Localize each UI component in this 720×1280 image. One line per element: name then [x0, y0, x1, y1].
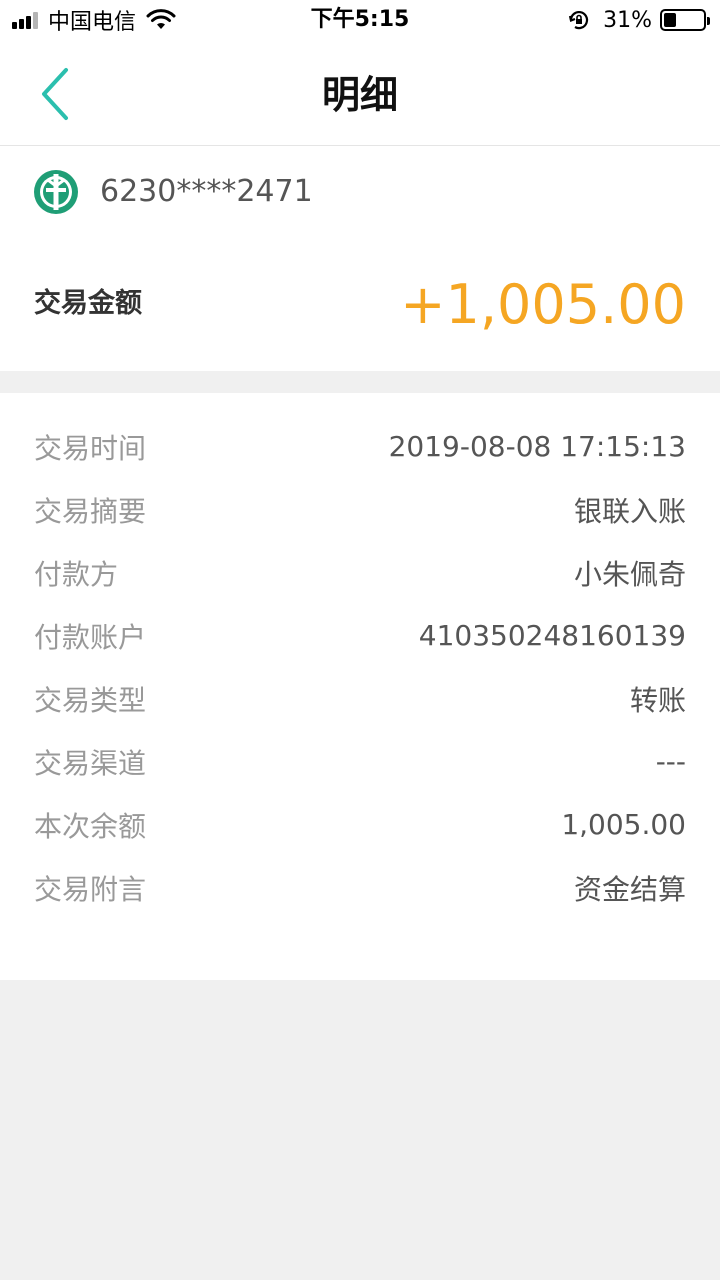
detail-label: 本次余额: [34, 809, 147, 843]
detail-value: ---: [655, 745, 686, 778]
detail-value: 资金结算: [573, 872, 686, 906]
detail-row-summary: 交易摘要 银联入账: [0, 478, 720, 541]
detail-row-channel: 交易渠道 ---: [0, 730, 720, 793]
detail-row-type: 交易类型 转账: [0, 667, 720, 730]
detail-row-payer-account: 付款账户 410350248160139: [0, 604, 720, 667]
detail-label: 交易摘要: [34, 494, 147, 528]
abc-bank-logo: [34, 170, 78, 214]
amount-value: +1,005.00: [400, 273, 686, 336]
battery-percent: 31%: [603, 7, 652, 33]
detail-row-remark: 交易附言 资金结算: [0, 856, 720, 919]
battery-fill: [664, 13, 676, 27]
amount-label: 交易金额: [34, 288, 142, 319]
transaction-summary: 6230****2471 交易金额 +1,005.00: [0, 146, 720, 371]
card-number: 6230****2471: [100, 174, 313, 209]
page-title: 明细: [321, 73, 398, 117]
battery-cap: [707, 17, 710, 25]
detail-label: 付款方: [34, 557, 119, 591]
detail-label: 付款账户: [34, 620, 147, 654]
transaction-details: 交易时间 2019-08-08 17:15:13 交易摘要 银联入账 付款方 小…: [0, 393, 720, 980]
detail-value: 转账: [629, 683, 686, 717]
status-right: 31%: [567, 6, 710, 34]
status-bar: 中国电信 下午5:15 31%: [0, 0, 720, 40]
detail-row-time: 交易时间 2019-08-08 17:15:13: [0, 415, 720, 478]
nav-bar: 明细: [0, 40, 720, 146]
detail-label: 交易渠道: [34, 746, 147, 780]
detail-label: 交易类型: [34, 683, 147, 717]
detail-value: 2019-08-08 17:15:13: [388, 430, 686, 463]
detail-label: 交易时间: [34, 431, 147, 465]
detail-value: 小朱佩奇: [573, 557, 686, 591]
rotation-lock-icon: [569, 11, 589, 30]
detail-label: 交易附言: [34, 872, 147, 906]
detail-value: 410350248160139: [418, 619, 686, 652]
detail-value: 1,005.00: [561, 808, 686, 841]
battery-icon: [660, 9, 710, 31]
detail-row-payer: 付款方 小朱佩奇: [0, 541, 720, 604]
detail-value: 银联入账: [573, 494, 686, 528]
detail-row-balance: 本次余额 1,005.00: [0, 793, 720, 856]
